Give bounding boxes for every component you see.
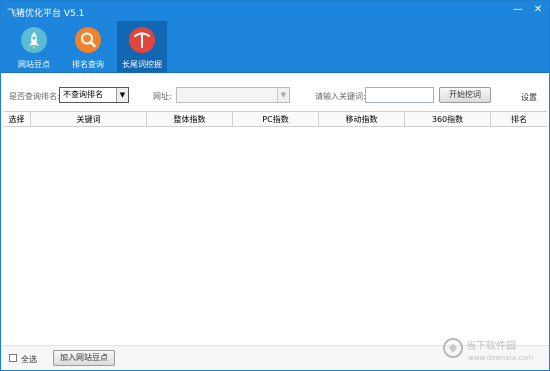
column-header-mobile-index[interactable]: 移动指数 — [319, 112, 405, 127]
nav-item-site-boost[interactable]: 网站豆点 — [9, 21, 59, 73]
column-header-rank[interactable]: 排名 — [491, 112, 547, 127]
column-header-360-index[interactable]: 360指数 — [405, 112, 491, 127]
watermark-main-text: 当下软件园 — [466, 339, 516, 352]
nav-label: 网站豆点 — [18, 60, 50, 69]
dropdown-arrow-icon[interactable]: ▼ — [277, 88, 289, 102]
select-all-label[interactable]: 全选 — [21, 354, 37, 365]
query-rank-label: 是否查询排名: — [9, 92, 60, 101]
window-title: 飞猪优化平台 V5.1 — [7, 9, 85, 19]
settings-link[interactable]: 设置 — [521, 92, 537, 103]
dropdown-arrow-icon[interactable]: ▼ — [116, 88, 128, 102]
magnifier-icon — [75, 27, 101, 53]
minimize-button[interactable]: — — [511, 3, 525, 17]
rocket-icon — [21, 27, 47, 53]
pickaxe-icon — [129, 27, 155, 53]
main-nav: 网站豆点 排名查询 长尾词挖掘 — [1, 21, 549, 73]
column-header-keyword[interactable]: 关键词 — [31, 112, 147, 127]
url-label: 网址: — [153, 92, 172, 101]
title-bar[interactable]: 飞猪优化平台 V5.1 — ✕ — [1, 1, 549, 21]
app-window: 飞猪优化平台 V5.1 — ✕ 网站豆点 排名查询 长尾词挖掘 是否查询排名: … — [0, 0, 550, 371]
watermark-sub-text: www.downxia.com — [468, 354, 533, 362]
nav-label: 长尾词挖掘 — [122, 60, 162, 69]
nav-item-rank-query[interactable]: 排名查询 — [63, 21, 113, 73]
nav-item-longtail-mining[interactable]: 长尾词挖掘 — [117, 21, 167, 73]
nav-label: 排名查询 — [72, 60, 104, 69]
search-toolbar: 是否查询排名: 不查询排名 ▼ 网址: ▼ 请输入关键词: 开始挖词 设置 — [1, 85, 549, 107]
url-select[interactable]: ▼ — [176, 87, 290, 103]
query-rank-value: 不查询排名 — [63, 90, 103, 99]
close-button[interactable]: ✕ — [531, 3, 545, 17]
watermark-logo: 当下软件园 www.downxia.com — [441, 335, 546, 365]
results-table: 选择 关键词 整体指数 PC指数 移动指数 360指数 排名 — [3, 111, 547, 341]
table-header: 选择 关键词 整体指数 PC指数 移动指数 360指数 排名 — [3, 112, 547, 127]
add-to-site-button[interactable]: 加入网站豆点 — [53, 350, 115, 366]
column-header-select[interactable]: 选择 — [3, 112, 31, 127]
keyword-input[interactable] — [365, 87, 434, 103]
select-all-checkbox[interactable] — [9, 354, 17, 362]
keyword-label: 请输入关键词: — [315, 92, 366, 101]
column-header-overall-index[interactable]: 整体指数 — [147, 112, 233, 127]
query-rank-select[interactable]: 不查询排名 ▼ — [59, 87, 129, 103]
start-mining-button[interactable]: 开始挖词 — [439, 87, 491, 103]
column-header-pc-index[interactable]: PC指数 — [233, 112, 319, 127]
